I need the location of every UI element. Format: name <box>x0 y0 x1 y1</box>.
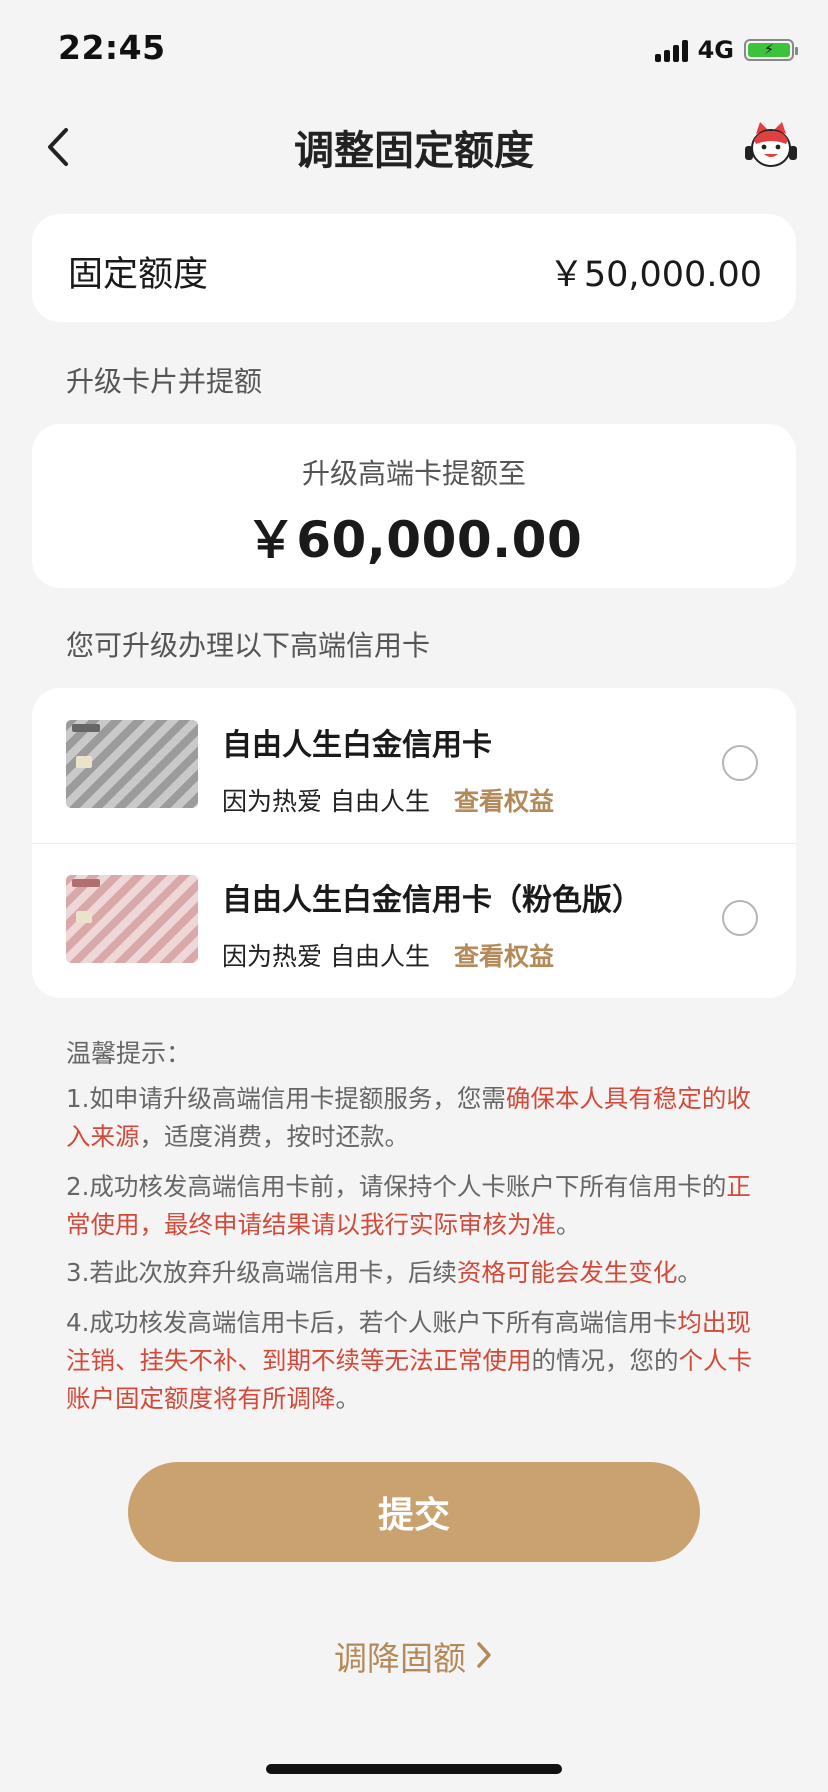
tip-item: 1.如申请升级高端信用卡提额服务，您需确保本人具有稳定的收入来源，适度消费，按时… <box>66 1080 756 1156</box>
status-icons: 4G ⚡ <box>654 36 798 64</box>
reduce-limit-label: 调降固额 <box>334 1639 466 1678</box>
nav-bar: 调整固定额度 <box>0 100 828 190</box>
tips-title: 温馨提示： <box>66 1039 192 1068</box>
card-image <box>66 720 198 808</box>
tip-highlight: 资格可能会发生变化 <box>456 1258 678 1287</box>
fixed-limit-value: ￥50,000.00 <box>548 255 762 295</box>
upgrade-limit-value: ￥60,000.00 <box>245 511 583 569</box>
reduce-limit-link[interactable]: 调降固额 <box>0 1632 828 1680</box>
tip-text: 3.若此次放弃升级高端信用卡，后续 <box>66 1258 457 1287</box>
chevron-right-icon <box>474 1639 494 1678</box>
card-slogan: 因为热爱 自由人生 <box>222 942 430 971</box>
card-chip <box>76 911 92 923</box>
mascot-icon <box>745 122 797 167</box>
tip-text: 。 <box>335 1384 361 1413</box>
tip-item: 2.成功核发高端信用卡前，请保持个人卡账户下所有信用卡的正常使用，最终申请结果请… <box>66 1168 756 1244</box>
tip-text: 。 <box>677 1258 702 1287</box>
status-time: 22:45 <box>58 28 166 67</box>
card-option[interactable]: 自由人生白金信用卡（粉色版） 因为热爱 自由人生 查看权益 <box>32 843 796 998</box>
tip-text: ，适度消费，按时还款。 <box>139 1122 410 1151</box>
view-benefits-link[interactable]: 查看权益 <box>454 782 554 818</box>
card-name: 自由人生白金信用卡 <box>222 728 492 763</box>
network-type: 4G <box>697 36 734 64</box>
status-bar: 22:45 4G ⚡ <box>0 0 828 100</box>
card-image <box>66 875 198 963</box>
card-options-list: 自由人生白金信用卡 因为热爱 自由人生 查看权益 自由人生白金信用卡（粉色版） … <box>32 688 796 998</box>
upgrade-limit-card: 升级高端卡提额至 ￥60,000.00 <box>32 424 796 588</box>
upgrade-limit-label: 升级高端卡提额至 <box>301 457 526 490</box>
mascot-button[interactable] <box>742 120 800 174</box>
fixed-limit-card: 固定额度 ￥50,000.00 <box>32 214 796 322</box>
card-radio[interactable] <box>722 900 758 936</box>
battery-icon: ⚡ <box>744 39 798 61</box>
card-option[interactable]: 自由人生白金信用卡 因为热爱 自由人生 查看权益 <box>32 688 796 844</box>
tip-item: 3.若此次放弃升级高端信用卡，后续资格可能会发生变化。 <box>66 1254 756 1292</box>
card-radio[interactable] <box>722 745 758 781</box>
cards-section-heading: 您可升级办理以下高端信用卡 <box>66 629 431 662</box>
signal-icon <box>654 38 688 62</box>
submit-button[interactable]: 提交 <box>128 1462 700 1562</box>
view-benefits-link[interactable]: 查看权益 <box>454 937 554 973</box>
tip-text: 1.如申请升级高端信用卡提额服务，您需 <box>66 1084 506 1113</box>
tip-text: 的情况，您的 <box>531 1346 679 1375</box>
tip-item: 4.成功核发高端信用卡后，若个人账户下所有高端信用卡均出现注销、挂失不补、到期不… <box>66 1304 756 1418</box>
card-chip <box>76 756 92 768</box>
page-title: 调整固定额度 <box>294 128 534 174</box>
fixed-limit-label: 固定额度 <box>68 255 209 295</box>
tip-text: 4.成功核发高端信用卡后，若个人账户下所有高端信用卡 <box>66 1308 678 1337</box>
card-slogan: 因为热爱 自由人生 <box>222 787 430 816</box>
upgrade-section-heading: 升级卡片并提额 <box>66 365 263 398</box>
tip-text: 。 <box>556 1210 581 1239</box>
bank-logo <box>72 879 100 887</box>
card-name: 自由人生白金信用卡（粉色版） <box>222 883 642 918</box>
tip-text: 2.成功核发高端信用卡前，请保持个人卡账户下所有信用卡的 <box>66 1172 727 1201</box>
home-indicator[interactable] <box>266 1764 562 1774</box>
bank-logo <box>72 724 100 732</box>
